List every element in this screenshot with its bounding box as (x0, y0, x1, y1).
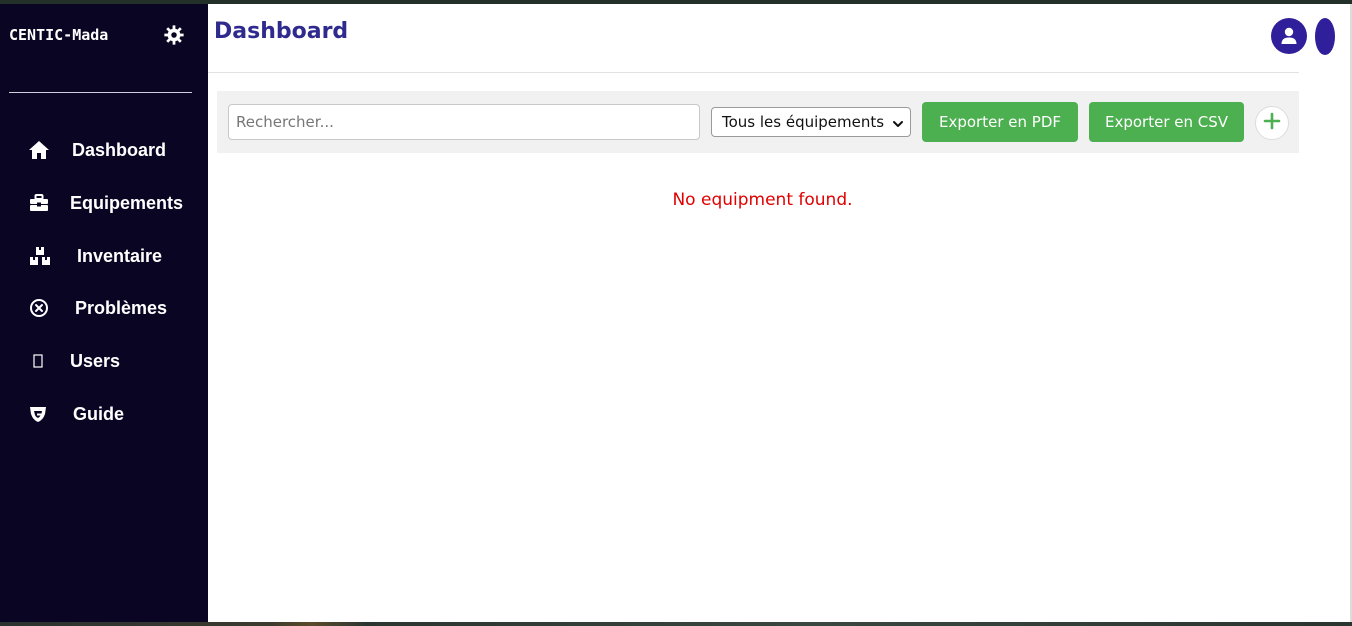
sidebar: CENTIC-Mada Dashboard Equipements Invent… (0, 4, 208, 622)
window-bottom-border (0, 622, 1352, 626)
sidebar-item-label: Dashboard (72, 140, 167, 160)
sidebar-item-guide[interactable]: Guide (0, 394, 208, 434)
sidebar-item-label: Equipements (70, 193, 184, 213)
sidebar-item-equipements[interactable]: Equipements (0, 183, 208, 223)
home-icon (28, 140, 50, 160)
gear-icon[interactable] (163, 24, 185, 46)
guide-shield-icon (27, 404, 49, 424)
plus-icon (1263, 112, 1281, 134)
sidebar-item-label: Problèmes (75, 298, 168, 318)
add-equipment-button[interactable] (1255, 106, 1289, 140)
sidebar-item-users[interactable]: Users (0, 341, 208, 381)
toolbar: Tous les équipements Exporter en PDF Exp… (217, 91, 1299, 153)
sidebar-item-problemes[interactable]: Problèmes (0, 288, 208, 328)
filter-selected-value: Tous les équipements (722, 113, 885, 131)
sidebar-item-label: Users (70, 351, 121, 371)
header-divider (208, 72, 1299, 73)
chevron-down-icon (892, 116, 904, 128)
app-window: CENTIC-Mada Dashboard Equipements Invent… (0, 4, 1352, 622)
missing-glyph-icon (27, 351, 49, 371)
boxes-icon (29, 246, 51, 266)
sidebar-item-label: Inventaire (77, 246, 163, 266)
sidebar-item-inventaire[interactable]: Inventaire (0, 236, 208, 276)
sidebar-item-dashboard[interactable]: Dashboard (0, 130, 208, 170)
user-avatar-icon[interactable] (1271, 18, 1307, 54)
export-csv-button[interactable]: Exporter en CSV (1089, 102, 1244, 142)
empty-state-message: No equipment found. (672, 190, 853, 210)
circle-x-icon (28, 298, 50, 318)
search-input[interactable] (228, 104, 700, 140)
page-title: Dashboard (214, 19, 349, 44)
sidebar-divider (9, 92, 192, 93)
toolbox-icon (28, 193, 50, 213)
sidebar-item-label: Guide (73, 404, 125, 424)
export-pdf-button[interactable]: Exporter en PDF (922, 102, 1078, 142)
profile-menu-button[interactable] (1315, 18, 1335, 55)
equipment-filter-select[interactable]: Tous les équipements (711, 107, 911, 137)
brand-name: CENTIC-Mada (9, 26, 109, 44)
